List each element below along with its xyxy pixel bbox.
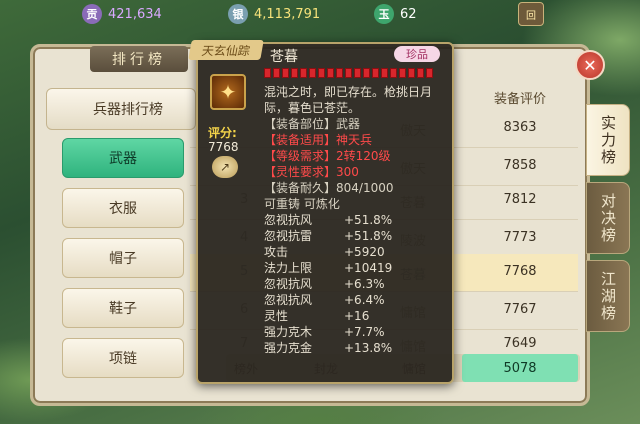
item-details: 混沌之时，即已存在。枪挑日月 际，暮色已苍茫。 【装备部位】武器 【装备适用】神… (264, 84, 450, 356)
star-segment (291, 68, 298, 78)
resource-silver: 银 4,113,791 (228, 4, 320, 24)
stat-line: 强力克木 +7.7% (264, 324, 450, 340)
description-line-2: 际，暮色已苍茫。 (264, 101, 361, 115)
info-spirit: 【灵性要求】300 (264, 165, 359, 179)
coin-value: 421,634 (108, 6, 162, 22)
star-segment (426, 68, 433, 78)
tab-strength[interactable]: 实力榜 (586, 104, 630, 176)
panel-title: 排行榜 (90, 46, 188, 72)
resource-bar: 贡 421,634 银 4,113,791 玉 62 回 (0, 0, 640, 28)
category-necklace[interactable]: 项链 (62, 338, 184, 378)
stat-line: 强力克金 +13.8% (264, 340, 450, 356)
self-score: 5078 (462, 354, 578, 382)
stat-value: +10419 (344, 261, 393, 275)
row-score: 7768 (503, 264, 537, 279)
stat-value: +5920 (344, 245, 385, 259)
resource-jade: 玉 62 (374, 4, 417, 24)
jade-icon: 玉 (374, 4, 394, 24)
info-level: 【等级需求】2转120级 (264, 149, 391, 163)
row-score: 7812 (503, 192, 537, 207)
stat-key: 灵性 (264, 309, 289, 323)
star-segment (363, 68, 370, 78)
share-icon: ↗ (219, 160, 231, 174)
stat-key: 忽视抗风 (264, 277, 313, 291)
info-slot: 【装备部位】武器 (264, 117, 361, 131)
star-segment (417, 68, 424, 78)
stat-line: 忽视抗风 +6.4% (264, 292, 450, 308)
category-header[interactable]: 兵器排行榜 (46, 88, 196, 130)
row-score: 8363 (503, 120, 537, 135)
row-score: 7773 (503, 230, 537, 245)
star-segment (372, 68, 379, 78)
stat-line: 忽视抗风 +51.8% (264, 212, 450, 228)
stat-key: 攻击 (264, 245, 289, 259)
jade-value: 62 (400, 6, 417, 22)
item-series-tag: 天玄仙踪 (188, 40, 264, 60)
stat-value: +7.7% (344, 325, 385, 339)
stat-line: 忽视抗雷 +51.8% (264, 228, 450, 244)
category-weapon[interactable]: 武器 (62, 138, 184, 178)
stat-value: +13.8% (344, 341, 393, 355)
description-line-1: 混沌之时，即已存在。枪挑日月 (264, 85, 433, 99)
row-score: 7649 (503, 336, 537, 351)
return-button[interactable]: 回 (518, 2, 544, 26)
stat-line: 法力上限 +10419 (264, 260, 450, 276)
stat-key: 强力克木 (264, 325, 313, 339)
item-name: 苍暮 (270, 49, 298, 65)
weapon-icon: ✦ (210, 74, 246, 110)
score-label: 评分: (208, 126, 237, 140)
stat-value: +51.8% (344, 213, 393, 227)
star-segment (408, 68, 415, 78)
category-clothes[interactable]: 衣服 (62, 188, 184, 228)
star-segment (309, 68, 316, 78)
star-bar (264, 68, 433, 78)
star-segment (300, 68, 307, 78)
stat-line: 忽视抗风 +6.3% (264, 276, 450, 292)
star-segment (264, 68, 271, 78)
stat-line: 灵性 +16 (264, 308, 450, 324)
stat-key: 忽视抗雷 (264, 229, 313, 243)
score-value: 7768 (208, 140, 239, 154)
column-header-score: 装备评价 (493, 91, 546, 107)
star-segment (399, 68, 406, 78)
stat-key: 法力上限 (264, 261, 313, 275)
star-segment (354, 68, 361, 78)
item-tooltip: 天玄仙踪 苍暮 珍品 ✦ 评分: 7768 ↗ 混沌之时，即已存在。枪挑日月 际… (188, 40, 454, 384)
info-durability: 【装备耐久】804/1000 (264, 181, 394, 195)
share-button[interactable]: ↗ (212, 156, 238, 178)
stat-line: 攻击 +5920 (264, 244, 450, 260)
star-segment (282, 68, 289, 78)
category-hat[interactable]: 帽子 (62, 238, 184, 278)
star-segment (390, 68, 397, 78)
star-segment (327, 68, 334, 78)
stat-key: 强力克金 (264, 341, 313, 355)
tab-duel[interactable]: 对决榜 (586, 182, 630, 254)
stat-value: +6.4% (344, 293, 385, 307)
close-button[interactable]: ✕ (575, 50, 605, 80)
info-recast: 可重铸 可炼化 (264, 197, 340, 211)
resource-coin: 贡 421,634 (82, 4, 162, 24)
tab-jianghu[interactable]: 江湖榜 (586, 260, 630, 332)
stat-value: +6.3% (344, 277, 385, 291)
stat-value: +51.8% (344, 229, 393, 243)
stat-key: 忽视抗风 (264, 213, 313, 227)
star-segment (336, 68, 343, 78)
silver-value: 4,113,791 (254, 6, 321, 22)
star-segment (318, 68, 325, 78)
category-shoes[interactable]: 鞋子 (62, 288, 184, 328)
close-icon: ✕ (583, 55, 597, 75)
stat-value: +16 (344, 309, 370, 323)
silver-icon: 银 (228, 4, 248, 24)
rarity-badge: 珍品 (394, 46, 440, 62)
stat-key: 忽视抗风 (264, 293, 313, 307)
row-score: 7858 (503, 158, 537, 173)
star-segment (273, 68, 280, 78)
star-segment (345, 68, 352, 78)
star-segment (381, 68, 388, 78)
info-class: 【装备适用】神天兵 (264, 133, 373, 147)
row-score: 7767 (503, 302, 537, 317)
coin-icon: 贡 (82, 4, 102, 24)
